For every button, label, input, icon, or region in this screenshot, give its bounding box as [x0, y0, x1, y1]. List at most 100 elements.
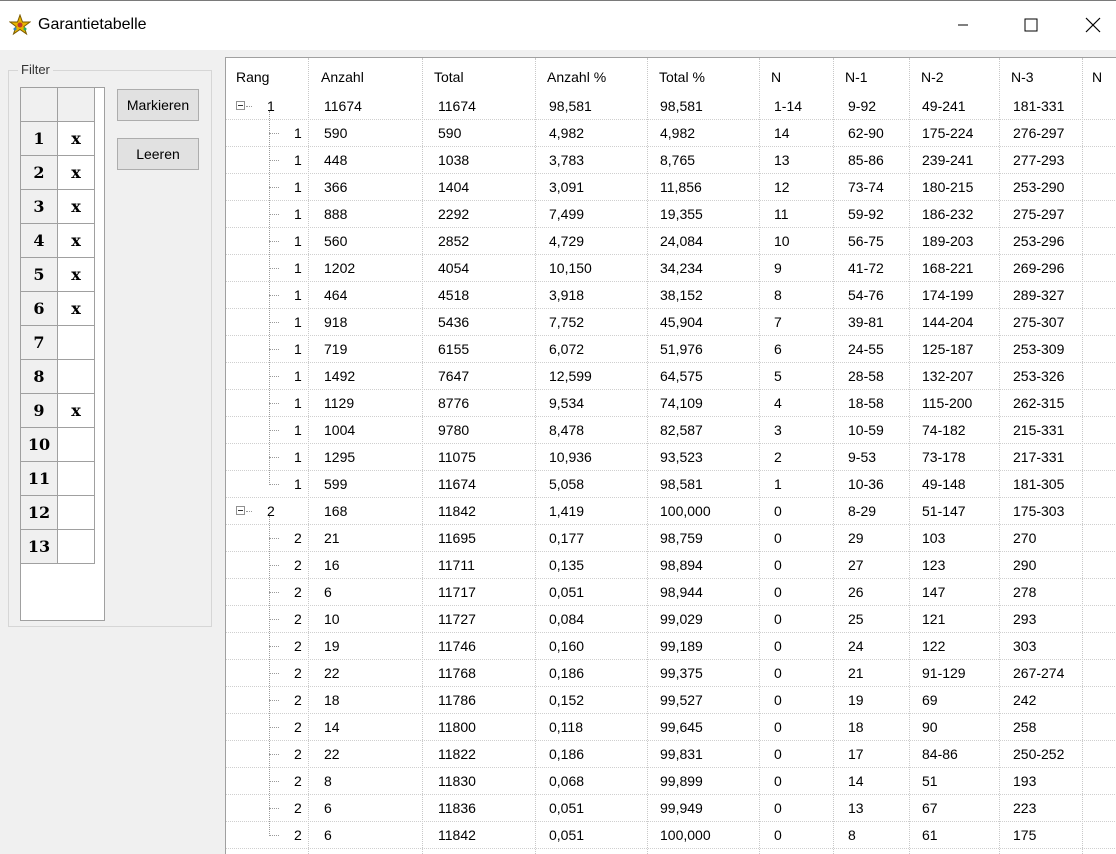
- table-row[interactable]: 2 14 11800 0,118 99,645 0 18 90 258: [226, 714, 1116, 741]
- filter-row-value[interactable]: x: [58, 258, 95, 292]
- column-header[interactable]: Total: [434, 69, 464, 85]
- filter-row-value[interactable]: [58, 530, 95, 564]
- table-cell: 180-215: [922, 179, 974, 195]
- table-cell: 1: [294, 260, 302, 276]
- filter-row[interactable]: 7: [21, 326, 96, 360]
- column-header[interactable]: N: [771, 69, 781, 85]
- table-row[interactable]: 1 1129 8776 9,534 74,109 4 18-58 115-200 262-315: [226, 390, 1116, 417]
- table-row[interactable]: 2 10 11727 0,084 99,029 0 25 121 293: [226, 606, 1116, 633]
- tree-group-row[interactable]: 1 11674 11674 98,581 98,581 1-14 9-92 49-241 181…: [226, 93, 1116, 120]
- tree-group-row[interactable]: 2 168 11842 1,419 100,000 0 8-29 51-147 175-303: [226, 498, 1116, 525]
- clear-button[interactable]: Leeren: [117, 138, 199, 170]
- table-cell: 464: [324, 287, 348, 303]
- column-header[interactable]: N-1: [845, 69, 868, 85]
- table-cell: 13: [774, 152, 790, 168]
- table-cell: 11674: [324, 98, 362, 114]
- filter-row-value[interactable]: x: [58, 394, 95, 428]
- filter-row[interactable]: 5x: [21, 258, 96, 292]
- table-cell: 144-204: [922, 314, 974, 330]
- filter-row-value[interactable]: x: [58, 224, 95, 258]
- filter-row[interactable]: 13: [21, 530, 96, 564]
- table-cell: 1: [294, 152, 302, 168]
- table-row[interactable]: 1 918 5436 7,752 45,904 7 39-81 144-204 275-307: [226, 309, 1116, 336]
- table-cell: 0: [774, 827, 782, 843]
- table-row[interactable]: 1 719 6155 6,072 51,976 6 24-55 125-187 253-309: [226, 336, 1116, 363]
- table-row[interactable]: 1 464 4518 3,918 38,152 8 54-76 174-199 289-327: [226, 282, 1116, 309]
- table-cell: 122: [922, 638, 946, 654]
- table-row[interactable]: 2 19 11746 0,160 99,189 0 24 122 303: [226, 633, 1116, 660]
- column-header[interactable]: Anzahl: [321, 69, 364, 85]
- table-cell: 7,752: [549, 314, 585, 330]
- filter-row-value[interactable]: [58, 496, 95, 530]
- filter-row-value[interactable]: x: [58, 122, 95, 156]
- filter-row[interactable]: 9x: [21, 394, 96, 428]
- table-cell: 99,189: [660, 638, 703, 654]
- table-cell: 0,118: [549, 719, 583, 735]
- filter-row-value[interactable]: x: [58, 190, 95, 224]
- filter-row[interactable]: 1x: [21, 122, 96, 156]
- table-row[interactable]: 1 599 11674 5,058 98,581 1 10-36 49-148 181-305: [226, 471, 1116, 498]
- column-header[interactable]: N-2: [921, 69, 944, 85]
- filter-row-value[interactable]: [58, 360, 95, 394]
- table-row[interactable]: 1 1004 9780 8,478 82,587 3 10-59 74-182 215-331: [226, 417, 1116, 444]
- column-header[interactable]: N-3: [1011, 69, 1034, 85]
- filter-row-value[interactable]: [58, 428, 95, 462]
- collapse-icon[interactable]: [236, 506, 245, 515]
- table-row[interactable]: 1 1492 7647 12,599 64,575 5 28-58 132-207 253-32…: [226, 363, 1116, 390]
- table-row[interactable]: 2 22 11768 0,186 99,375 0 21 91-129 267-274: [226, 660, 1116, 687]
- table-cell: 39-81: [848, 314, 884, 330]
- filter-row[interactable]: 4x: [21, 224, 96, 258]
- filter-row[interactable]: 11: [21, 462, 96, 496]
- table-cell: 253-296: [1013, 233, 1065, 249]
- table-row[interactable]: 1 1295 11075 10,936 93,523 2 9-53 73-178 217-331: [226, 444, 1116, 471]
- table-cell: 34,234: [660, 260, 703, 276]
- table-row[interactable]: 2 6 11717 0,051 98,944 0 26 147 278: [226, 579, 1116, 606]
- table-row[interactable]: 2 22 11822 0,186 99,831 0 17 84-86 250-252: [226, 741, 1116, 768]
- filter-row[interactable]: 6x: [21, 292, 96, 326]
- guarantee-tree-table[interactable]: Rang Anzahl Total Anzahl % Total % N N-1 N-2 N-3…: [225, 57, 1116, 854]
- table-row[interactable]: 2 6 11842 0,051 100,000 0 8 61 175: [226, 822, 1116, 849]
- column-header[interactable]: Total %: [659, 69, 705, 85]
- table-row[interactable]: 2 6 11836 0,051 99,949 0 13 67 223: [226, 795, 1116, 822]
- table-cell: 11842: [438, 503, 476, 519]
- table-cell: 8: [774, 287, 782, 303]
- close-button[interactable]: [1070, 1, 1116, 49]
- maximize-button[interactable]: [1008, 1, 1054, 49]
- collapse-icon[interactable]: [236, 101, 245, 110]
- filter-row-value[interactable]: x: [58, 156, 95, 190]
- table-cell: 11674: [438, 98, 476, 114]
- table-cell: 8776: [438, 395, 470, 411]
- tree-connector: [269, 754, 279, 755]
- table-cell: 11768: [438, 665, 476, 681]
- filter-row[interactable]: 8: [21, 360, 96, 394]
- table-cell: 7647: [438, 368, 470, 384]
- filter-row[interactable]: 10: [21, 428, 96, 462]
- table-cell: 11,856: [660, 179, 702, 195]
- filter-row[interactable]: 12: [21, 496, 96, 530]
- table-row[interactable]: 1 888 2292 7,499 19,355 11 59-92 186-232 275-297: [226, 201, 1116, 228]
- table-row[interactable]: 1 560 2852 4,729 24,084 10 56-75 189-203 253-296: [226, 228, 1116, 255]
- table-cell: 1: [294, 476, 302, 492]
- column-header[interactable]: Anzahl %: [547, 69, 606, 85]
- column-header[interactable]: Rang: [236, 69, 269, 85]
- table-row[interactable]: 1 448 1038 3,783 8,765 13 85-86 239-241 277-293: [226, 147, 1116, 174]
- table-cell: 5: [774, 368, 782, 384]
- mark-button[interactable]: Markieren: [117, 89, 199, 121]
- table-row[interactable]: 1 590 590 4,982 4,982 14 62-90 175-224 276-297: [226, 120, 1116, 147]
- table-row[interactable]: 1 1202 4054 10,150 34,234 9 41-72 168-221 269-29…: [226, 255, 1116, 282]
- table-row[interactable]: 2 21 11695 0,177 98,759 0 29 103 270: [226, 525, 1116, 552]
- filter-row[interactable]: 3x: [21, 190, 96, 224]
- table-row[interactable]: 2 16 11711 0,135 98,894 0 27 123 290: [226, 552, 1116, 579]
- table-row[interactable]: 2 8 11830 0,068 99,899 0 14 51 193: [226, 768, 1116, 795]
- table-row[interactable]: 1 366 1404 3,091 11,856 12 73-74 180-215 253-290: [226, 174, 1116, 201]
- filter-row[interactable]: 2x: [21, 156, 96, 190]
- title-bar: Garantietabelle: [0, 0, 1116, 50]
- filter-row-value[interactable]: x: [58, 292, 95, 326]
- column-header[interactable]: N: [1092, 69, 1102, 85]
- minimize-button[interactable]: [940, 1, 986, 49]
- filter-grid[interactable]: 1 x 2 x 3 x 4 x 5 x 6 x 7 8 9 x 10 11 12 13: [20, 87, 105, 621]
- filter-row-value[interactable]: [58, 326, 95, 360]
- table-cell: 7: [774, 314, 782, 330]
- table-row[interactable]: 2 18 11786 0,152 99,527 0 19 69 242: [226, 687, 1116, 714]
- filter-row-value[interactable]: [58, 462, 95, 496]
